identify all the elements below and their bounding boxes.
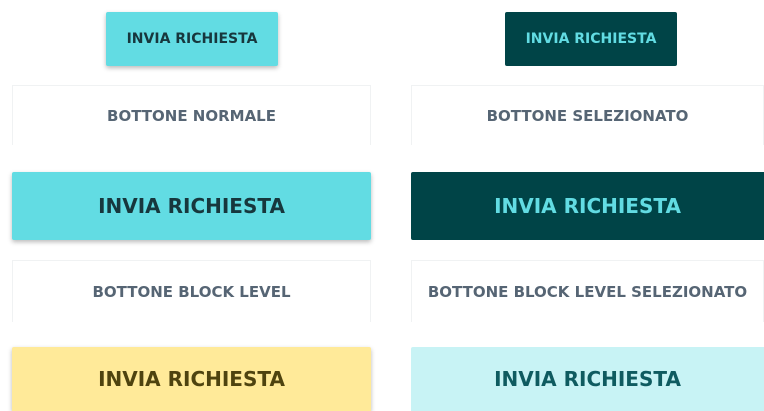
caption-selected-button: BOTTONE SELEZIONATO	[411, 85, 764, 145]
send-request-block-button-selected[interactable]: INVIA RICHIESTA	[411, 172, 764, 240]
send-request-block-button[interactable]: INVIA RICHIESTA	[12, 172, 371, 240]
send-request-button[interactable]: INVIA RICHIESTA	[106, 12, 278, 66]
caption-block-level-button: BOTTONE BLOCK LEVEL	[12, 260, 371, 322]
send-request-warning-button[interactable]: INVIA RICHIESTA	[12, 347, 371, 411]
send-request-button-selected[interactable]: INVIA RICHIESTA	[505, 12, 677, 66]
caption-normal-button: BOTTONE NORMALE	[12, 85, 371, 145]
send-request-info-button[interactable]: INVIA RICHIESTA	[411, 347, 764, 411]
caption-block-level-selected-button: BOTTONE BLOCK LEVEL SELEZIONATO	[411, 260, 764, 322]
button-showcase: INVIA RICHIESTA INVIA RICHIESTA BOTTONE …	[0, 0, 764, 411]
